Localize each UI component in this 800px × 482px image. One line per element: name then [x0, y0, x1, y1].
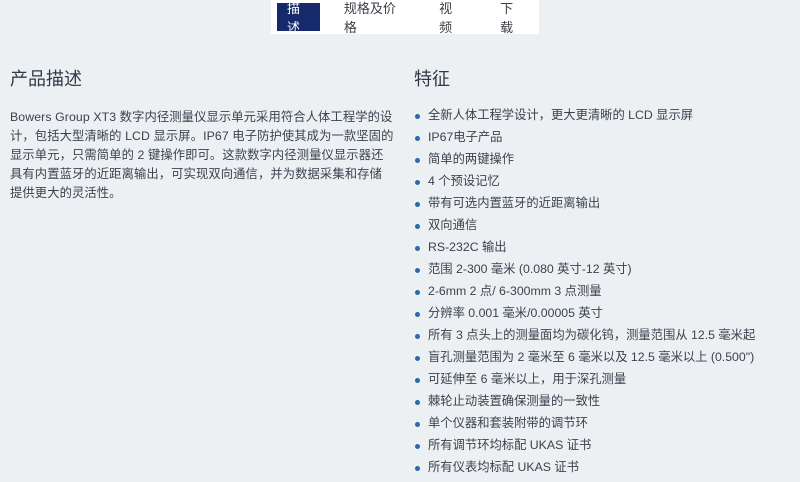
bullet-icon — [415, 136, 420, 141]
description-title: 产品描述 — [10, 69, 82, 89]
tab-description[interactable]: 描述 — [277, 1, 320, 35]
product-tabs: 描述 规格及价格 视频 下载 — [271, 0, 539, 35]
feature-text: 所有 3 点头上的测量面均为碳化钨，测量范围从 12.5 毫米起 — [428, 328, 756, 342]
list-item: 全新人体工程学设计，更大更清晰的 LCD 显示屏 — [414, 108, 794, 130]
list-item: 所有调节环均标配 UKAS 证书 — [414, 438, 794, 460]
feature-text: 双向通信 — [428, 218, 478, 232]
bullet-icon — [415, 444, 420, 449]
description-text: Bowers Group XT3 数字内径测量仪显示单元采用符合人体工程学的设计… — [10, 110, 394, 200]
list-item: IP67电子产品 — [414, 130, 794, 152]
tab-downloads[interactable]: 下载 — [490, 0, 533, 35]
list-item: 可延伸至 6 毫米以上，用于深孔测量 — [414, 372, 794, 394]
bullet-icon — [415, 422, 420, 427]
feature-text: 分辨率 0.001 毫米/0.00005 英寸 — [428, 306, 603, 320]
list-item: RS-232C 输出 — [414, 240, 794, 262]
feature-text: 4 个预设记忆 — [428, 174, 500, 188]
bullet-icon — [415, 312, 420, 317]
bullet-icon — [415, 400, 420, 405]
list-item: 所有 3 点头上的测量面均为碳化钨，测量范围从 12.5 毫米起 — [414, 328, 794, 350]
bullet-icon — [415, 158, 420, 163]
list-item: 双向通信 — [414, 218, 794, 240]
bullet-icon — [415, 334, 420, 339]
features-list: 全新人体工程学设计，更大更清晰的 LCD 显示屏 IP67电子产品 简单的两键操… — [414, 108, 794, 482]
feature-text: 所有调节环均标配 UKAS 证书 — [428, 438, 592, 452]
bullet-icon — [415, 466, 420, 471]
bullet-icon — [415, 114, 420, 119]
list-item: 2-6mm 2 点/ 6-300mm 3 点测量 — [414, 284, 794, 306]
feature-text: 全新人体工程学设计，更大更清晰的 LCD 显示屏 — [428, 108, 694, 122]
list-item: 盲孔测量范围为 2 毫米至 6 毫米以及 12.5 毫米以上 (0.500") — [414, 350, 794, 372]
bullet-icon — [415, 180, 420, 185]
feature-text: 带有可选内置蓝牙的近距离输出 — [428, 196, 601, 210]
feature-text: 单个仪器和套装附带的调节环 — [428, 416, 588, 430]
feature-text: 可延伸至 6 毫米以上，用于深孔测量 — [428, 372, 627, 386]
feature-text: RS-232C 输出 — [428, 240, 507, 254]
feature-text: 2-6mm 2 点/ 6-300mm 3 点测量 — [428, 284, 602, 298]
bullet-icon — [415, 224, 420, 229]
features-section: 特征 全新人体工程学设计，更大更清晰的 LCD 显示屏 IP67电子产品 简单的… — [414, 68, 794, 482]
feature-text: IP67电子产品 — [428, 130, 503, 144]
list-item: 简单的两键操作 — [414, 152, 794, 174]
bullet-icon — [415, 378, 420, 383]
features-title: 特征 — [414, 69, 450, 89]
bullet-icon — [415, 268, 420, 273]
feature-text: 棘轮止动装置确保测量的一致性 — [428, 394, 601, 408]
tab-specs-pricing[interactable]: 规格及价格 — [334, 0, 411, 35]
list-item: 棘轮止动装置确保测量的一致性 — [414, 394, 794, 416]
feature-text: 范围 2-300 毫米 (0.080 英寸-12 英寸) — [428, 262, 632, 276]
list-item: 带有可选内置蓝牙的近距离输出 — [414, 196, 794, 218]
description-section: 产品描述 Bowers Group XT3 数字内径测量仪显示单元采用符合人体工… — [10, 68, 394, 203]
list-item: 4 个预设记忆 — [414, 174, 794, 196]
bullet-icon — [415, 290, 420, 295]
list-item: 分辨率 0.001 毫米/0.00005 英寸 — [414, 306, 794, 328]
tab-video[interactable]: 视频 — [429, 0, 472, 35]
list-item: 范围 2-300 毫米 (0.080 英寸-12 英寸) — [414, 262, 794, 284]
bullet-icon — [415, 202, 420, 207]
bullet-icon — [415, 356, 420, 361]
feature-text: 简单的两键操作 — [428, 152, 515, 166]
list-item: 单个仪器和套装附带的调节环 — [414, 416, 794, 438]
list-item: 所有仪表均标配 UKAS 证书 — [414, 460, 794, 482]
feature-text: 盲孔测量范围为 2 毫米至 6 毫米以及 12.5 毫米以上 (0.500") — [428, 350, 755, 364]
bullet-icon — [415, 246, 420, 251]
